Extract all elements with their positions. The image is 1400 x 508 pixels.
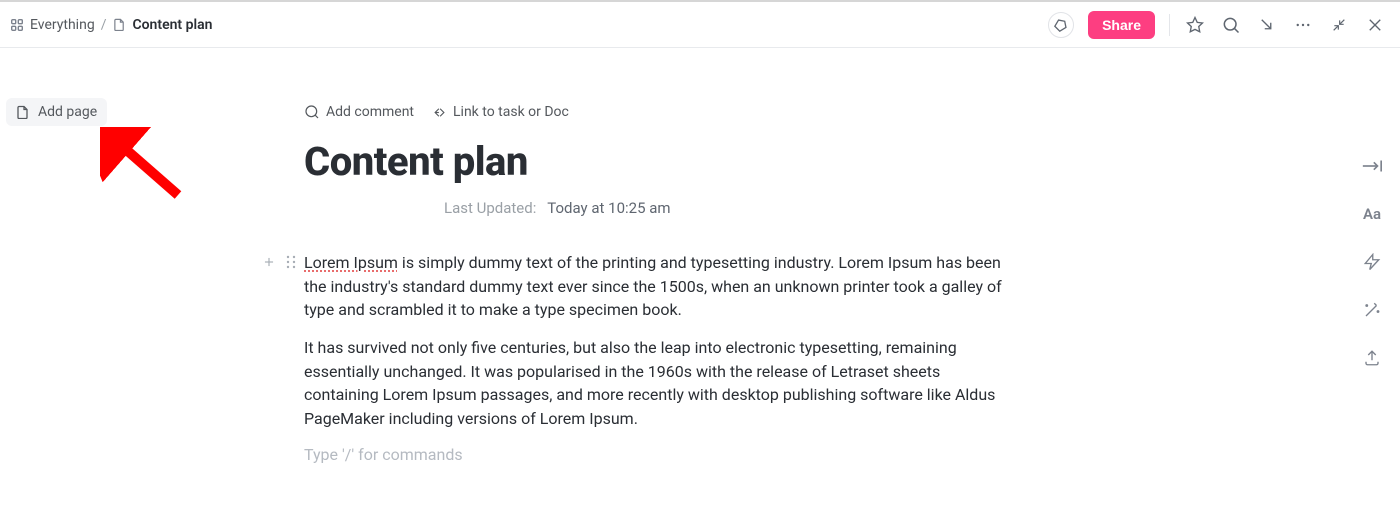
add-page-icon	[16, 105, 30, 119]
breadcrumb-current[interactable]: Content plan	[112, 17, 212, 33]
collapse-icon[interactable]	[1328, 14, 1350, 36]
link-to-task-button[interactable]: Link to task or Doc	[432, 104, 569, 120]
breadcrumb: Everything / Content plan	[10, 17, 212, 33]
link-to-task-label: Link to task or Doc	[453, 104, 569, 120]
drag-handle-icon[interactable]	[282, 253, 300, 271]
right-rail: Aa	[1344, 50, 1400, 370]
paragraph[interactable]: It has survived not only five centuries,…	[304, 336, 1004, 431]
separator	[1169, 14, 1170, 36]
ai-bolt-icon[interactable]	[1360, 250, 1384, 274]
add-comment-button[interactable]: Add comment	[304, 104, 414, 120]
last-updated-value: Today at 10:25 am	[547, 199, 670, 217]
add-comment-label: Add comment	[326, 104, 414, 120]
close-icon[interactable]	[1364, 14, 1386, 36]
comment-icon	[304, 104, 320, 120]
download-icon[interactable]	[1256, 14, 1278, 36]
command-placeholder[interactable]: Type '/' for commands	[270, 445, 1030, 464]
annotation-arrow-icon	[100, 127, 190, 207]
share-button[interactable]: Share	[1088, 11, 1155, 39]
topbar-right: Share	[1048, 11, 1386, 39]
add-block-icon[interactable]	[260, 253, 278, 271]
left-rail: Add page	[0, 50, 120, 126]
document-area: Add comment Link to task or Doc Content …	[270, 50, 1030, 464]
breadcrumb-current-label: Content plan	[132, 17, 212, 33]
more-icon[interactable]	[1292, 14, 1314, 36]
search-icon[interactable]	[1220, 14, 1242, 36]
magic-wand-icon[interactable]	[1360, 298, 1384, 322]
last-updated-label: Last Updated:	[444, 199, 536, 217]
indent-icon[interactable]	[1360, 154, 1384, 178]
document-icon	[112, 18, 126, 32]
export-icon[interactable]	[1360, 346, 1384, 370]
typography-button[interactable]: Aa	[1360, 202, 1384, 226]
favorite-icon[interactable]	[1184, 14, 1206, 36]
add-page-button[interactable]: Add page	[6, 98, 107, 126]
topbar: Everything / Content plan Share	[0, 2, 1400, 48]
page-title[interactable]: Content plan	[270, 138, 1030, 185]
breadcrumb-root-label: Everything	[30, 17, 95, 33]
text-block[interactable]: Lorem Ipsum is simply dummy text of the …	[270, 251, 1030, 431]
block-controls	[260, 253, 300, 271]
breadcrumb-separator: /	[101, 17, 107, 33]
grid-icon	[10, 18, 24, 32]
doc-actions: Add comment Link to task or Doc	[270, 104, 1030, 120]
paragraph[interactable]: Lorem Ipsum is simply dummy text of the …	[304, 251, 1004, 322]
spellcheck-word: Lorem Ipsum	[304, 253, 398, 272]
tag-icon-btn[interactable]	[1048, 12, 1074, 38]
last-updated: Last Updated: Today at 10:25 am	[270, 199, 1030, 217]
add-page-label: Add page	[38, 104, 97, 120]
breadcrumb-root[interactable]: Everything	[10, 17, 95, 33]
link-icon	[432, 105, 447, 120]
